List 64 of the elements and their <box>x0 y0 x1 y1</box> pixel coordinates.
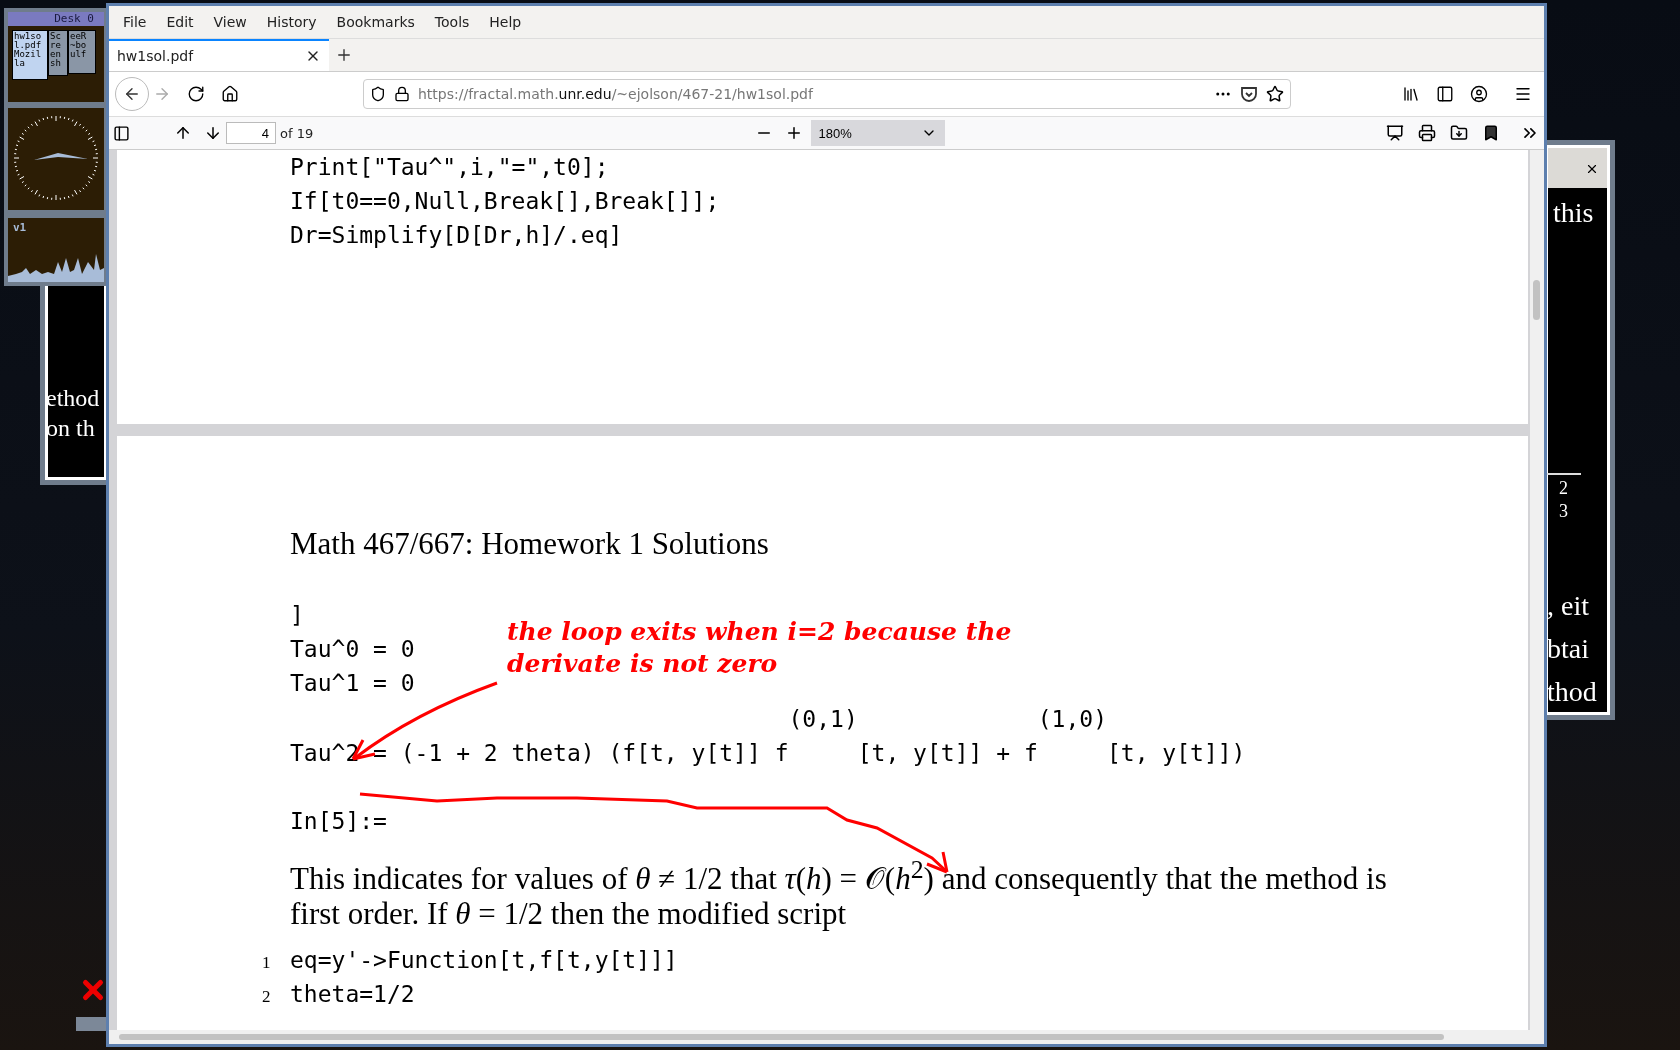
previous-page-icon[interactable] <box>174 124 192 142</box>
output-line: Tau^1 = 0 <box>290 669 415 698</box>
code-line: Dr=Simplify[D[Dr,h]/.eq] <box>290 221 623 250</box>
lock-icon[interactable] <box>394 86 410 102</box>
sidebar-icon[interactable] <box>1436 85 1454 103</box>
window-text: btai <box>1547 633 1589 665</box>
code-line: If[t0==0,Null,Break[],Break[]]; <box>290 187 720 216</box>
plus-icon <box>335 46 353 64</box>
menu-item[interactable]: History <box>258 12 325 32</box>
presentation-icon[interactable] <box>1386 124 1404 142</box>
pager-window[interactable]: Sc re en sh <box>48 30 68 76</box>
page-header: Math 467/667: Homework 1 Solutions <box>290 525 769 562</box>
browser-tab[interactable]: hw1sol.pdf <box>109 39 329 71</box>
window-text: ethod <box>46 385 100 412</box>
tab-title: hw1sol.pdf <box>117 48 194 64</box>
output-line: ] <box>290 601 304 630</box>
close-icon[interactable] <box>1585 162 1599 176</box>
page-number-field[interactable]: 4 <box>226 122 276 144</box>
monitor-label: v1 <box>13 221 27 234</box>
code-line: eq=y'->Function[t,f[t,y[t]]] <box>290 946 678 976</box>
home-icon[interactable] <box>221 85 239 103</box>
menu-item[interactable]: File <box>115 12 155 32</box>
menu-icon[interactable] <box>1514 85 1532 103</box>
page-count: of 19 <box>280 125 314 141</box>
pager-window[interactable]: hw1so l.pdf Mozil la <box>12 30 48 80</box>
menu-item[interactable]: View <box>205 12 255 32</box>
back-icon <box>123 85 141 103</box>
window-text: this <box>1553 197 1594 229</box>
address-bar[interactable]: https://fractal.math.unr.edu/~ejolson/467-21/hw1sol.pdf <box>363 79 1291 109</box>
menu-item[interactable]: Help <box>481 12 530 32</box>
account-icon[interactable] <box>1470 85 1488 103</box>
print-icon[interactable] <box>1418 124 1436 142</box>
code-line: Print["Tau^",i,"=",t0]; <box>290 153 609 182</box>
star-icon[interactable] <box>1266 85 1284 103</box>
output-line: Tau^0 = 0 <box>290 635 415 664</box>
fraction-denominator: 3 <box>1559 501 1568 522</box>
desk-label: Desk 0 <box>8 12 104 26</box>
menu-item[interactable]: Bookmarks <box>328 12 423 32</box>
pocket-icon[interactable] <box>1240 85 1258 103</box>
sidebar-toggle-icon[interactable] <box>113 124 130 142</box>
pager-window[interactable]: eeR ~bo ulf <box>68 30 96 74</box>
paragraph: This indicates for values of θ ≠ 1/2 that τ(h) = 𝒪(h$^{2}$) and consequently that the method is first order. If θ = 1/2 then the modified script <box>290 854 1388 932</box>
menu-item[interactable]: Tools <box>426 12 478 32</box>
code-line: theta=1/2 <box>290 980 415 1010</box>
output-line: (0,1) (1,0) <box>787 705 1107 734</box>
save-icon[interactable] <box>1450 124 1468 142</box>
line-number: 2 <box>262 987 272 1008</box>
url-text: https://fractal.math.unr.edu/~ejolson/467-21/hw1sol.pdf <box>418 86 815 102</box>
menu-item[interactable]: Edit <box>158 12 202 32</box>
bookmark-icon[interactable] <box>1482 124 1500 142</box>
library-icon[interactable] <box>1402 85 1420 103</box>
fraction-numerator: 2 <box>1559 478 1568 499</box>
line-number: 1 <box>262 953 272 974</box>
window-text: thod <box>1547 676 1597 708</box>
window-titlebar <box>1548 148 1607 188</box>
next-page-icon[interactable] <box>204 124 222 142</box>
vertical-scrollbar[interactable] <box>1530 150 1544 1030</box>
annotation-text: the loop exits when i=2 because the derivate is not zero <box>507 616 1013 680</box>
zoom-select[interactable]: 180% <box>810 120 945 146</box>
back-button[interactable] <box>115 77 149 111</box>
reload-icon[interactable] <box>187 85 205 103</box>
shield-icon[interactable] <box>370 86 386 102</box>
input-prompt: In[5]:= <box>290 807 387 836</box>
window-text: , eit <box>1547 590 1589 622</box>
